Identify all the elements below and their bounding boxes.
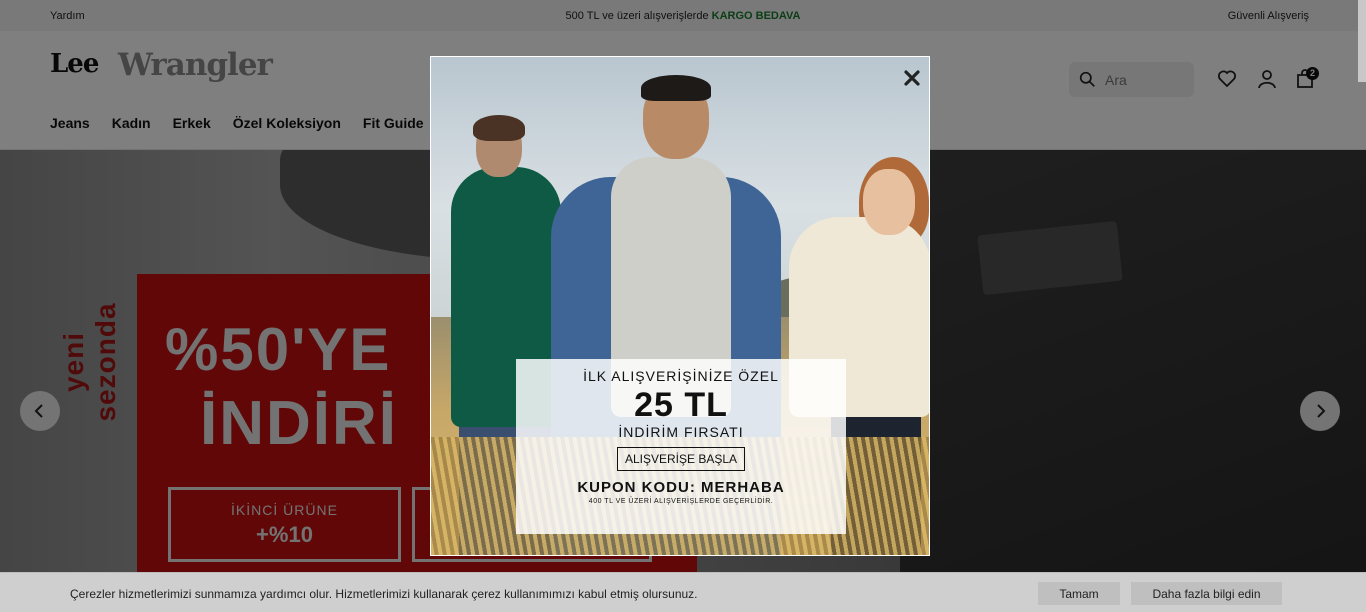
model-left-hair: [473, 115, 525, 141]
cookie-accept-button[interactable]: Tamam: [1038, 582, 1120, 605]
start-shopping-button[interactable]: ALIŞVERİŞE BAŞLA: [616, 447, 746, 471]
model-center-hair: [641, 75, 711, 101]
offer-amount: 25 TL: [634, 386, 728, 424]
offer-card: İLK ALIŞVERİŞİNİZE ÖZEL 25 TL İNDİRİM FI…: [516, 359, 846, 534]
cookie-learn-more-button[interactable]: Daha fazla bilgi edin: [1131, 582, 1282, 605]
cookie-banner: Çerezler hizmetlerimizi sunmamıza yardım…: [0, 572, 1366, 612]
offer-intro: İLK ALIŞVERİŞİNİZE ÖZEL: [583, 368, 779, 384]
promo-modal: İLK ALIŞVERİŞİNİZE ÖZEL 25 TL İNDİRİM FI…: [430, 56, 930, 556]
model-right-head: [863, 169, 915, 235]
page-scrollbar[interactable]: [1358, 0, 1366, 82]
close-icon[interactable]: [901, 67, 923, 89]
cookie-message: Çerezler hizmetlerimizi sunmamıza yardım…: [70, 587, 698, 601]
coupon-code: KUPON KODU: MERHABA: [577, 479, 785, 496]
offer-fineprint: 400 TL VE ÜZERİ ALIŞVERİŞLERDE GEÇERLİDİ…: [588, 498, 774, 505]
offer-subtitle: İNDİRİM FIRSATI: [618, 424, 744, 440]
